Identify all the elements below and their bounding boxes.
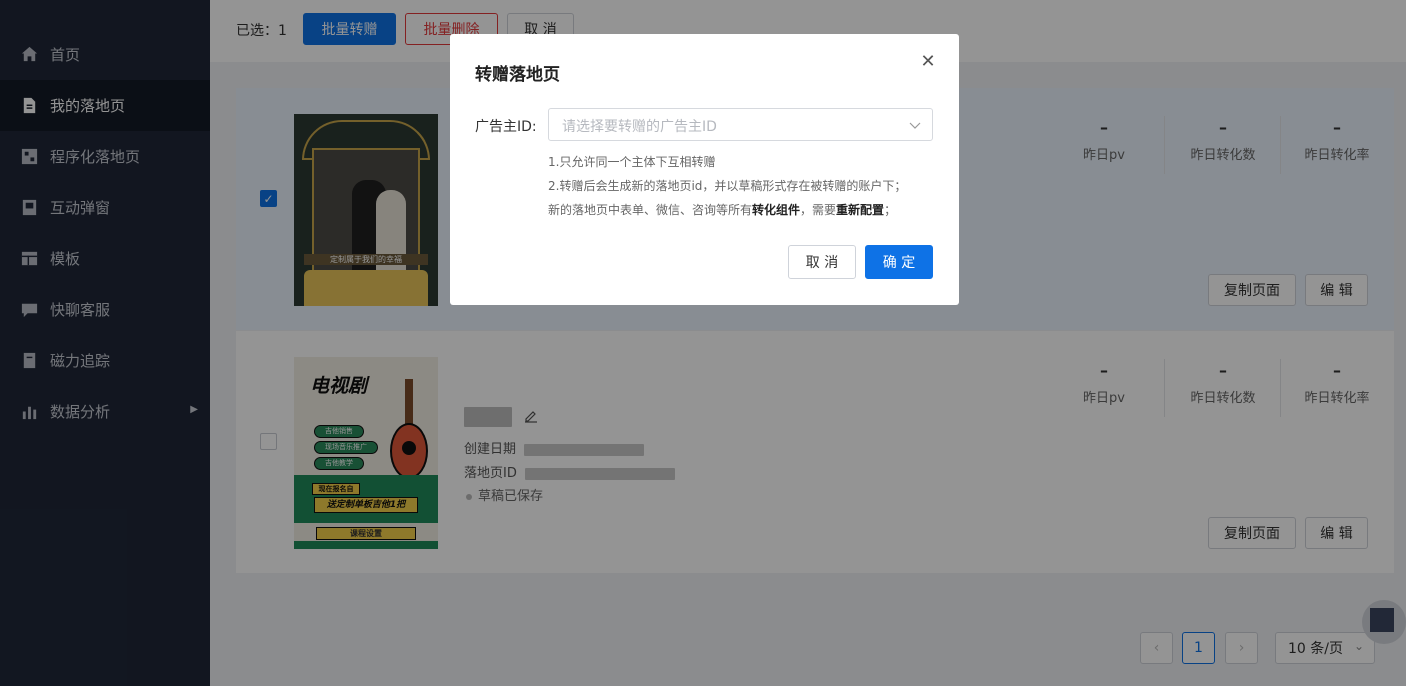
tip-line-1: 1.只允许同一个主体下互相转赠 [548, 155, 716, 169]
close-icon[interactable]: ✕ [918, 52, 938, 72]
select-placeholder: 请选择要转赠的广告主ID [562, 119, 717, 135]
tip-line-2: 2.转赠后会生成新的落地页id，并以草稿形式存在被转赠的账户下； [548, 179, 907, 193]
advertiser-id-label: 广告主ID: [475, 119, 537, 135]
chevron-down-icon [909, 122, 921, 129]
dialog-cancel-button[interactable]: 取 消 [788, 245, 856, 279]
tip-line-3: 新的落地页中表单、微信、咨询等所有转化组件，需要重新配置； [548, 203, 897, 217]
advertiser-id-select[interactable]: 请选择要转赠的广告主ID [548, 108, 933, 141]
reconfigure-text: 重新配置 [836, 203, 885, 217]
dialog-title: 转赠落地页 [475, 65, 560, 85]
dialog-confirm-button[interactable]: 确 定 [865, 245, 933, 279]
transfer-landing-page-dialog: 转赠落地页 ✕ 广告主ID: 请选择要转赠的广告主ID 1.只允许同一个主体下互… [450, 34, 959, 305]
conversion-components-text: 转化组件 [752, 203, 801, 217]
